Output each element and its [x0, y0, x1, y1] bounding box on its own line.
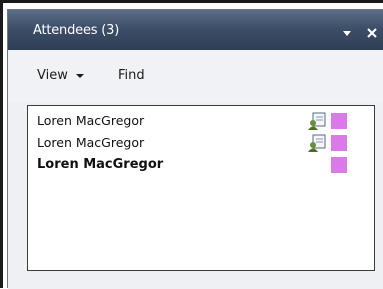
- close-icon[interactable]: [366, 24, 378, 38]
- outer-border-top: [0, 0, 383, 3]
- outer-border-left: [0, 0, 3, 288]
- panel-toolbar: View Find: [8, 50, 383, 102]
- view-menu-button[interactable]: View: [37, 68, 84, 83]
- find-button[interactable]: Find: [118, 68, 145, 83]
- list-item[interactable]: Loren MacGregor: [28, 154, 374, 176]
- window-frame: Attendees (3) View Find Loren MacGregor …: [0, 0, 383, 289]
- attendee-color-swatch: [331, 113, 347, 129]
- view-label: View: [37, 68, 68, 83]
- chevron-down-icon[interactable]: [341, 24, 353, 36]
- attendees-list[interactable]: Loren MacGregor Loren MacGregor Loren Ma…: [27, 105, 375, 271]
- panel-title: Attendees (3): [33, 23, 120, 38]
- panel-bottom-strip: [8, 278, 383, 289]
- attendees-panel: Attendees (3) View Find Loren MacGregor …: [7, 9, 383, 289]
- list-item[interactable]: Loren MacGregor: [28, 132, 374, 154]
- attendee-name: Loren MacGregor: [37, 135, 145, 150]
- attendee-color-swatch: [331, 135, 347, 151]
- attendee-name: Loren MacGregor: [37, 113, 145, 128]
- attendee-name: Loren MacGregor: [37, 157, 164, 172]
- contact-card-icon: [307, 111, 327, 131]
- chevron-down-icon: [75, 73, 84, 78]
- panel-titlebar: Attendees (3): [8, 10, 383, 50]
- attendee-color-swatch: [331, 157, 347, 173]
- contact-card-icon: [307, 133, 327, 153]
- list-item[interactable]: Loren MacGregor: [28, 110, 374, 132]
